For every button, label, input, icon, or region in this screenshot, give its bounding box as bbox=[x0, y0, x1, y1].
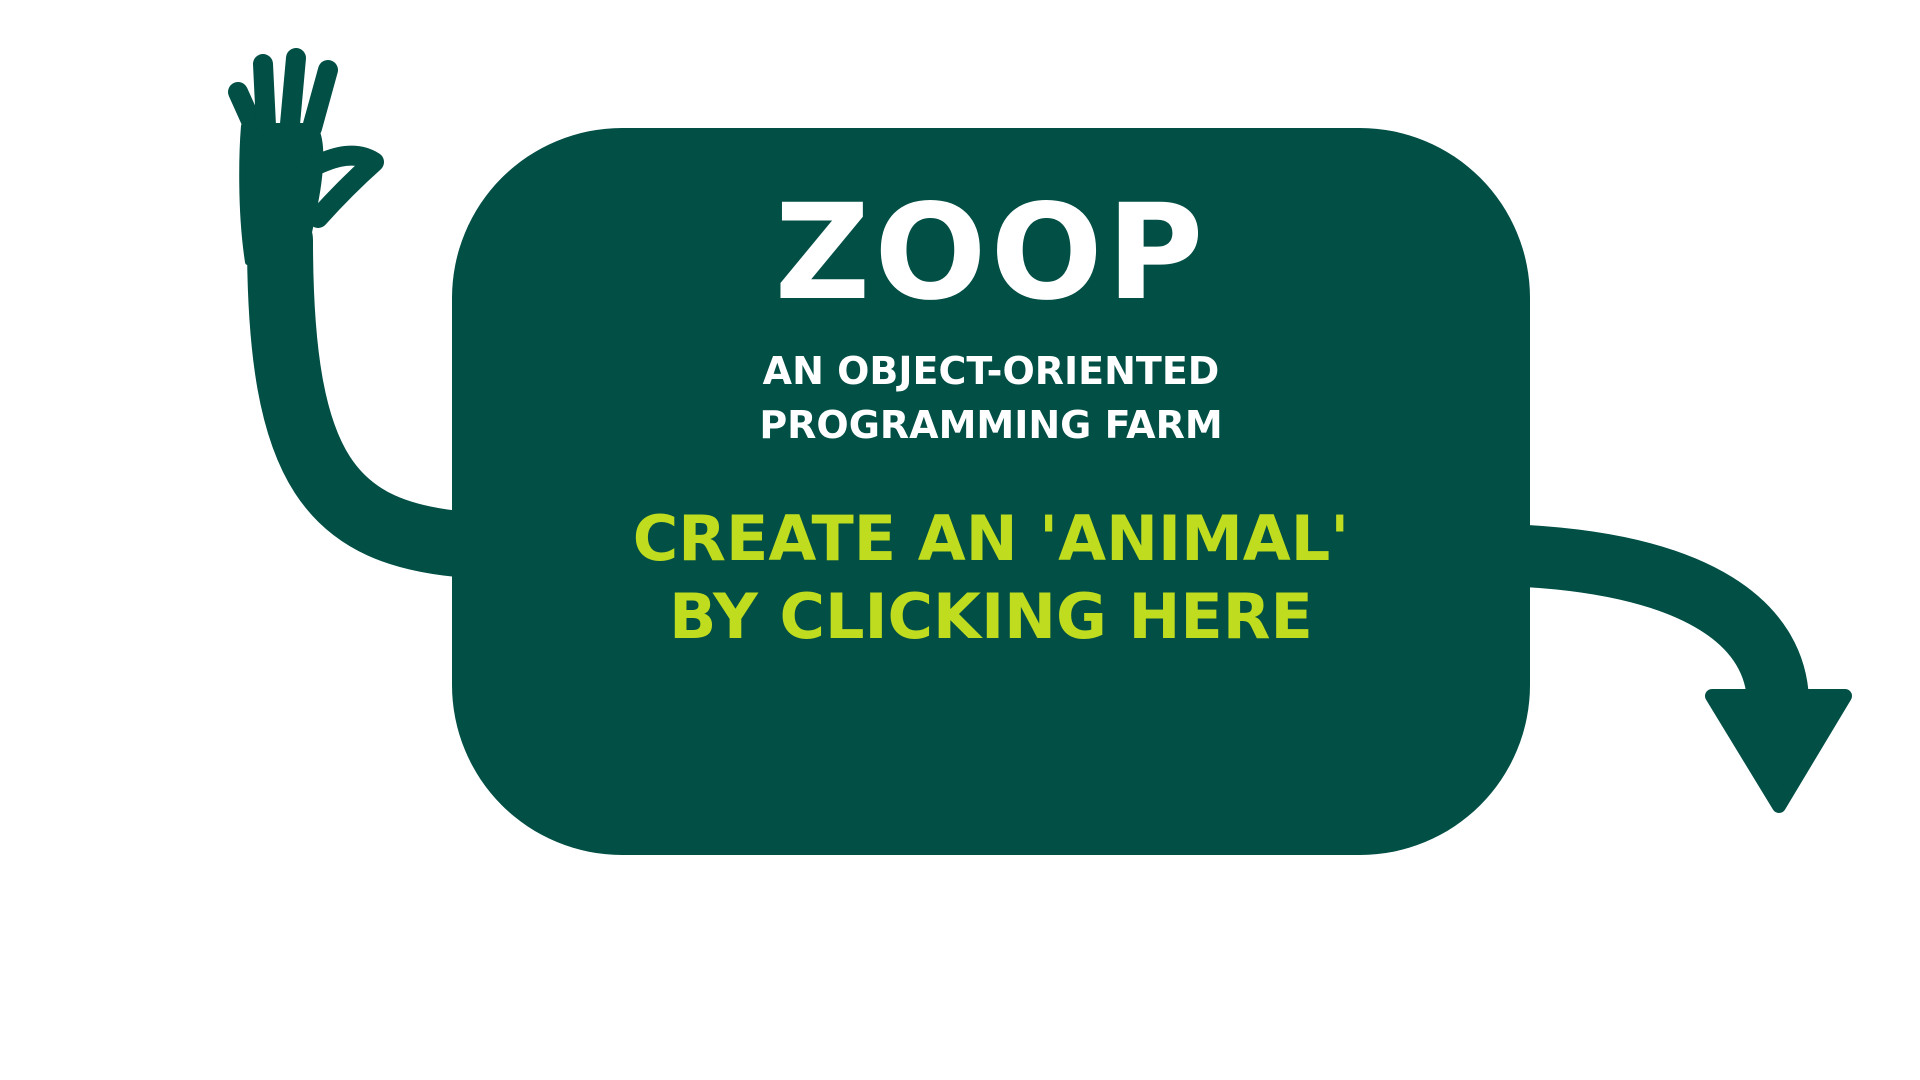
create-animal-prompt: CREATE AN 'ANIMAL' BY CLICKING HERE bbox=[452, 500, 1530, 656]
curved-arrow-icon bbox=[1524, 525, 1852, 813]
tagline: AN OBJECT-ORIENTED PROGRAMMING FARM bbox=[452, 344, 1530, 452]
cta-line-1: CREATE AN 'ANIMAL' bbox=[632, 502, 1350, 575]
waving-arm-icon bbox=[228, 48, 503, 578]
cta-line-2: BY CLICKING HERE bbox=[669, 580, 1313, 653]
tagline-line-2: PROGRAMMING FARM bbox=[759, 403, 1223, 447]
tagline-line-1: AN OBJECT-ORIENTED bbox=[762, 349, 1220, 393]
zoop-start-screen: ZOOP AN OBJECT-ORIENTED PROGRAMMING FARM… bbox=[0, 0, 1920, 1080]
zoop-logo: ZOOP bbox=[774, 176, 1208, 330]
create-animal-button[interactable]: ZOOP AN OBJECT-ORIENTED PROGRAMMING FARM… bbox=[452, 128, 1530, 855]
